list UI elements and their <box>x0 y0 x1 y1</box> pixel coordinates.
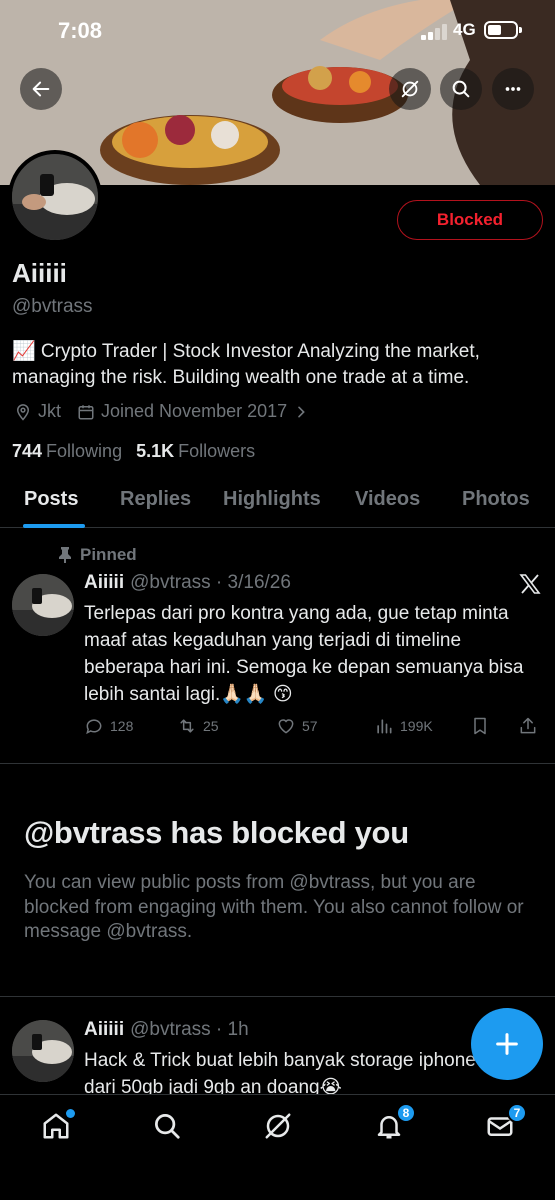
tab-posts[interactable]: Posts <box>24 488 78 511</box>
heart-icon <box>278 719 294 734</box>
share-icon <box>520 717 536 734</box>
avatar-image <box>12 1020 74 1082</box>
network-label: 4G <box>453 20 476 39</box>
profile-joined: Joined November 2017 <box>101 401 288 421</box>
following-label: Following <box>46 441 123 461</box>
follow-stats: 744 Following 5.1K Followers <box>12 441 255 462</box>
nav-search[interactable] <box>152 1111 184 1143</box>
post-text: Hack & Trick buat lebih banyak storage i… <box>84 1047 504 1094</box>
unread-dot <box>66 1109 75 1118</box>
x-logo-icon <box>519 574 541 594</box>
location-icon <box>16 403 30 421</box>
avatar-image <box>12 574 74 636</box>
reply-icon <box>86 719 102 735</box>
nav-notifications[interactable]: 8 <box>374 1103 416 1143</box>
battery-icon <box>484 21 522 39</box>
pinned-label: Pinned <box>80 545 137 564</box>
repost-count: 25 <box>203 718 219 734</box>
calendar-icon <box>78 404 94 419</box>
post-actions: 128 25 57 199K <box>84 716 544 740</box>
search-button[interactable] <box>440 68 482 110</box>
post-header: Aiiiii @bvtrass · 1h <box>84 1019 249 1041</box>
blocked-button[interactable]: Blocked <box>397 200 543 240</box>
profile-bio: 📈 Crypto Trader | Stock Investor Analyzi… <box>12 341 480 388</box>
nav-messages[interactable]: 7 <box>485 1103 527 1143</box>
tab-videos[interactable]: Videos <box>355 488 420 511</box>
repost-icon <box>180 719 194 733</box>
status-bar: 7:08 4G <box>0 0 555 60</box>
post-handle-time: @bvtrass · 1h <box>130 1019 249 1040</box>
like-count: 57 <box>302 718 318 734</box>
profile-avatar[interactable] <box>8 150 102 244</box>
back-icon <box>32 81 50 97</box>
tab-photos[interactable]: Photos <box>462 488 530 511</box>
share-button[interactable] <box>518 716 538 736</box>
notifications-badge: 8 <box>396 1103 416 1123</box>
search-icon <box>452 80 470 98</box>
post-text-line: dari 50gb jadi 9gb an doang😭 <box>84 1077 342 1094</box>
pinned-indicator: Pinned <box>58 545 137 565</box>
profile-location: Jkt <box>38 401 62 421</box>
views-icon <box>377 719 392 734</box>
post-text-line: Hack & Trick buat lebih banyak storage i… <box>84 1050 476 1071</box>
active-tab-indicator <box>23 524 85 528</box>
avatar-image <box>12 154 98 240</box>
profile-tabs: Posts Replies Highlights Videos Photos <box>0 474 555 528</box>
bookmark-icon <box>474 717 486 735</box>
nav-grok[interactable] <box>263 1111 295 1143</box>
nav-home[interactable] <box>41 1109 75 1143</box>
bottom-nav: 8 7 <box>0 1094 555 1200</box>
pin-icon <box>59 547 71 563</box>
signal-icon <box>421 24 447 40</box>
grok-icon <box>265 1113 291 1139</box>
grok-icon <box>401 80 419 98</box>
reply-button[interactable]: 128 <box>84 716 133 736</box>
more-button[interactable] <box>492 68 534 110</box>
plus-icon <box>496 1033 518 1055</box>
following-link[interactable]: 744 Following <box>12 441 122 462</box>
post-avatar[interactable] <box>12 574 74 636</box>
more-icon <box>505 87 521 91</box>
tab-replies[interactable]: Replies <box>120 488 191 511</box>
compose-button[interactable] <box>471 1008 543 1080</box>
views-count: 199K <box>400 718 433 734</box>
repost-button[interactable]: 25 <box>177 716 219 736</box>
followers-label: Followers <box>178 441 256 461</box>
grok-button[interactable] <box>389 68 431 110</box>
bookmark-button[interactable] <box>470 716 490 736</box>
search-icon <box>155 1114 180 1139</box>
profile-name: Aiiiii <box>12 258 67 288</box>
profile-handle: @bvtrass <box>12 296 93 317</box>
post-header: Aiiiii @bvtrass · 3/16/26 <box>84 572 291 594</box>
blocked-notice-description: You can view public posts from @bvtrass,… <box>24 872 524 942</box>
post-text: Terlepas dari pro kontra yang ada, gue t… <box>84 603 524 705</box>
following-count: 744 <box>12 441 43 461</box>
like-button[interactable]: 57 <box>276 716 318 736</box>
divider <box>0 996 555 997</box>
messages-badge: 7 <box>507 1103 527 1123</box>
tab-highlights[interactable]: Highlights <box>223 488 321 511</box>
post-author-name[interactable]: Aiiiii <box>84 572 124 593</box>
views-button[interactable]: 199K <box>374 716 433 736</box>
post-handle-date: @bvtrass · 3/16/26 <box>130 572 291 593</box>
back-button[interactable] <box>20 68 62 110</box>
profile-meta: Jkt Joined November 2017 <box>14 401 309 422</box>
divider <box>0 763 555 764</box>
followers-count: 5.1K <box>136 441 175 461</box>
reply-count: 128 <box>110 718 134 734</box>
status-time: 7:08 <box>58 18 103 43</box>
blocked-notice-title: @bvtrass has blocked you <box>24 815 409 850</box>
followers-link[interactable]: 5.1K Followers <box>136 441 255 462</box>
post-author-name[interactable]: Aiiiii <box>84 1019 124 1040</box>
chevron-right-icon[interactable] <box>293 404 309 420</box>
post-avatar[interactable] <box>12 1020 74 1082</box>
